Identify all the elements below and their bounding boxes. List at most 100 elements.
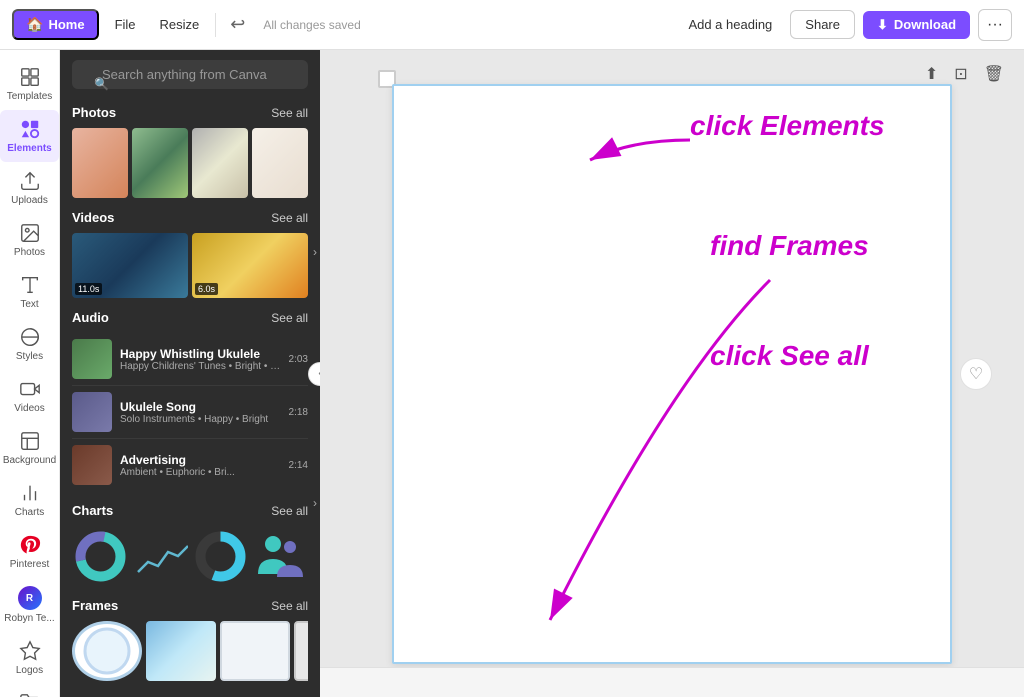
video-duration-1: 11.0s xyxy=(75,283,102,295)
sidebar-item-roblynte-label: Robyn Te... xyxy=(4,613,54,624)
resize-button[interactable]: Resize xyxy=(152,12,208,37)
frame-thumb-4[interactable] xyxy=(294,621,308,681)
video-thumb-2[interactable]: 6.0s xyxy=(192,233,308,298)
audio-thumb-3 xyxy=(72,445,112,485)
heart-button[interactable]: ♡ xyxy=(960,358,992,390)
sidebar-item-roblynte[interactable]: R Robyn Te... xyxy=(0,578,59,632)
charts-row xyxy=(72,526,308,586)
audio-meta-2: Solo Instruments • Happy • Bright xyxy=(120,414,281,425)
audio-item-2[interactable]: Ukulele Song Solo Instruments • Happy • … xyxy=(72,386,308,439)
frames-section-title: Frames xyxy=(72,598,118,613)
sidebar-item-logos[interactable]: Logos xyxy=(0,632,59,684)
panel-search xyxy=(60,50,320,97)
videos-chevron[interactable]: › xyxy=(310,235,320,269)
file-button[interactable]: File xyxy=(107,12,144,37)
audio-section-header: Audio See all xyxy=(72,310,308,325)
home-button[interactable]: 🏠 Home xyxy=(12,9,99,40)
videos-see-all-button[interactable]: See all xyxy=(271,211,308,225)
saved-status: All changes saved xyxy=(263,18,360,32)
icon-sidebar: Templates Elements Uploads Photos xyxy=(0,50,60,697)
topbar-divider xyxy=(215,13,216,37)
frames-see-all-button[interactable]: See all xyxy=(271,599,308,613)
sidebar-item-pinterest-label: Pinterest xyxy=(10,559,49,570)
frames-section: Frames See all xyxy=(60,590,320,685)
frames-chevron[interactable]: › xyxy=(310,486,320,520)
chart-line[interactable] xyxy=(132,526,188,586)
sidebar-item-uploads[interactable]: Uploads xyxy=(0,162,59,214)
sidebar-item-templates-label: Templates xyxy=(7,91,53,102)
canvas-area: ⬆ ⊡ 🗑 ♡ click Elements xyxy=(320,50,1024,697)
video-thumb-1[interactable]: 11.0s xyxy=(72,233,188,298)
search-input[interactable] xyxy=(72,60,308,89)
chart-people[interactable] xyxy=(252,526,308,586)
charts-see-all-button[interactable]: See all xyxy=(271,504,308,518)
sidebar-item-charts-label: Charts xyxy=(15,507,44,518)
elements-panel: Photos See all Videos See all xyxy=(60,50,320,697)
sidebar-item-charts[interactable]: Charts xyxy=(0,474,59,526)
canvas-export-button[interactable]: ⬆ xyxy=(921,60,942,88)
add-heading-button[interactable]: Add a heading xyxy=(678,12,782,37)
photos-section: Photos See all xyxy=(60,97,320,202)
audio-info-3: Advertising Ambient • Euphoric • Bri... xyxy=(120,453,281,478)
sidebar-item-videos[interactable]: Videos xyxy=(0,370,59,422)
audio-title-3: Advertising xyxy=(120,453,281,467)
sidebar-item-styles[interactable]: Styles xyxy=(0,318,59,370)
frame-thumb-2[interactable] xyxy=(146,621,216,681)
audio-title-2: Ukulele Song xyxy=(120,400,281,414)
search-icon-wrap xyxy=(72,60,308,89)
charts-section: Charts See all xyxy=(60,495,320,590)
audio-see-all-button[interactable]: See all xyxy=(271,311,308,325)
topbar-right: Add a heading Share ⬇ Download ··· xyxy=(678,9,1012,41)
audio-item-1[interactable]: Happy Whistling Ukulele Happy Childrens'… xyxy=(72,333,308,386)
canvas-content: ♡ xyxy=(320,50,1024,697)
sidebar-item-text-label: Text xyxy=(20,299,38,310)
sidebar-item-background-label: Background xyxy=(3,455,56,466)
videos-section-header: Videos See all xyxy=(72,210,308,225)
topbar: 🏠 Home File Resize ↩ All changes saved A… xyxy=(0,0,1024,50)
sidebar-item-pinterest[interactable]: Pinterest xyxy=(0,526,59,578)
canvas-delete-button[interactable]: 🗑 xyxy=(980,60,1008,88)
chart-donut2[interactable] xyxy=(192,526,248,586)
photo-thumb-4[interactable] xyxy=(252,128,308,198)
sidebar-item-folders[interactable]: Folders xyxy=(0,684,59,697)
audio-info-1: Happy Whistling Ukulele Happy Childrens'… xyxy=(120,347,281,372)
sidebar-item-uploads-label: Uploads xyxy=(11,195,48,206)
download-button[interactable]: ⬇ Download xyxy=(863,11,970,39)
canvas-copy-button[interactable]: ⊡ xyxy=(950,60,971,88)
undo-button[interactable]: ↩ xyxy=(224,10,251,39)
audio-thumb-2 xyxy=(72,392,112,432)
audio-item-3[interactable]: Advertising Ambient • Euphoric • Bri... … xyxy=(72,439,308,491)
chart-donut[interactable] xyxy=(72,526,128,586)
sidebar-item-background[interactable]: Background xyxy=(0,422,59,474)
canvas-page[interactable] xyxy=(392,84,952,664)
sidebar-item-text[interactable]: Text xyxy=(0,266,59,318)
audio-section-title: Audio xyxy=(72,310,109,325)
panel-content: Photos See all Videos See all xyxy=(60,97,320,697)
sidebar-item-templates[interactable]: Templates xyxy=(0,58,59,110)
home-icon: 🏠 xyxy=(26,16,43,33)
charts-section-header: Charts See all xyxy=(72,503,308,518)
audio-meta-3: Ambient • Euphoric • Bri... xyxy=(120,467,281,478)
photo-thumb-2[interactable] xyxy=(132,128,188,198)
sidebar-item-videos-label: Videos xyxy=(14,403,44,414)
sidebar-item-photos-label: Photos xyxy=(14,247,45,258)
audio-duration-2: 2:18 xyxy=(289,407,308,418)
photo-thumb-1[interactable] xyxy=(72,128,128,198)
sidebar-item-elements[interactable]: Elements xyxy=(0,110,59,162)
canvas-toolbar: ⬆ ⊡ 🗑 xyxy=(921,60,1008,88)
photos-see-all-button[interactable]: See all xyxy=(271,106,308,120)
frame-thumb-3[interactable] xyxy=(220,621,290,681)
home-label: Home xyxy=(48,17,84,32)
more-options-button[interactable]: ··· xyxy=(978,9,1012,41)
photo-thumb-3[interactable] xyxy=(192,128,248,198)
sidebar-item-styles-label: Styles xyxy=(16,351,43,362)
sidebar-item-photos[interactable]: Photos xyxy=(0,214,59,266)
share-button[interactable]: Share xyxy=(790,10,855,39)
frame-thumb-1[interactable] xyxy=(72,621,142,681)
frames-row xyxy=(72,621,308,681)
audio-meta-1: Happy Childrens' Tunes • Bright • Happy xyxy=(120,361,281,372)
audio-duration-3: 2:14 xyxy=(289,460,308,471)
videos-section-title: Videos xyxy=(72,210,114,225)
video-duration-2: 6.0s xyxy=(195,283,218,295)
videos-section: Videos See all 11.0s 6.0s › xyxy=(60,202,320,302)
